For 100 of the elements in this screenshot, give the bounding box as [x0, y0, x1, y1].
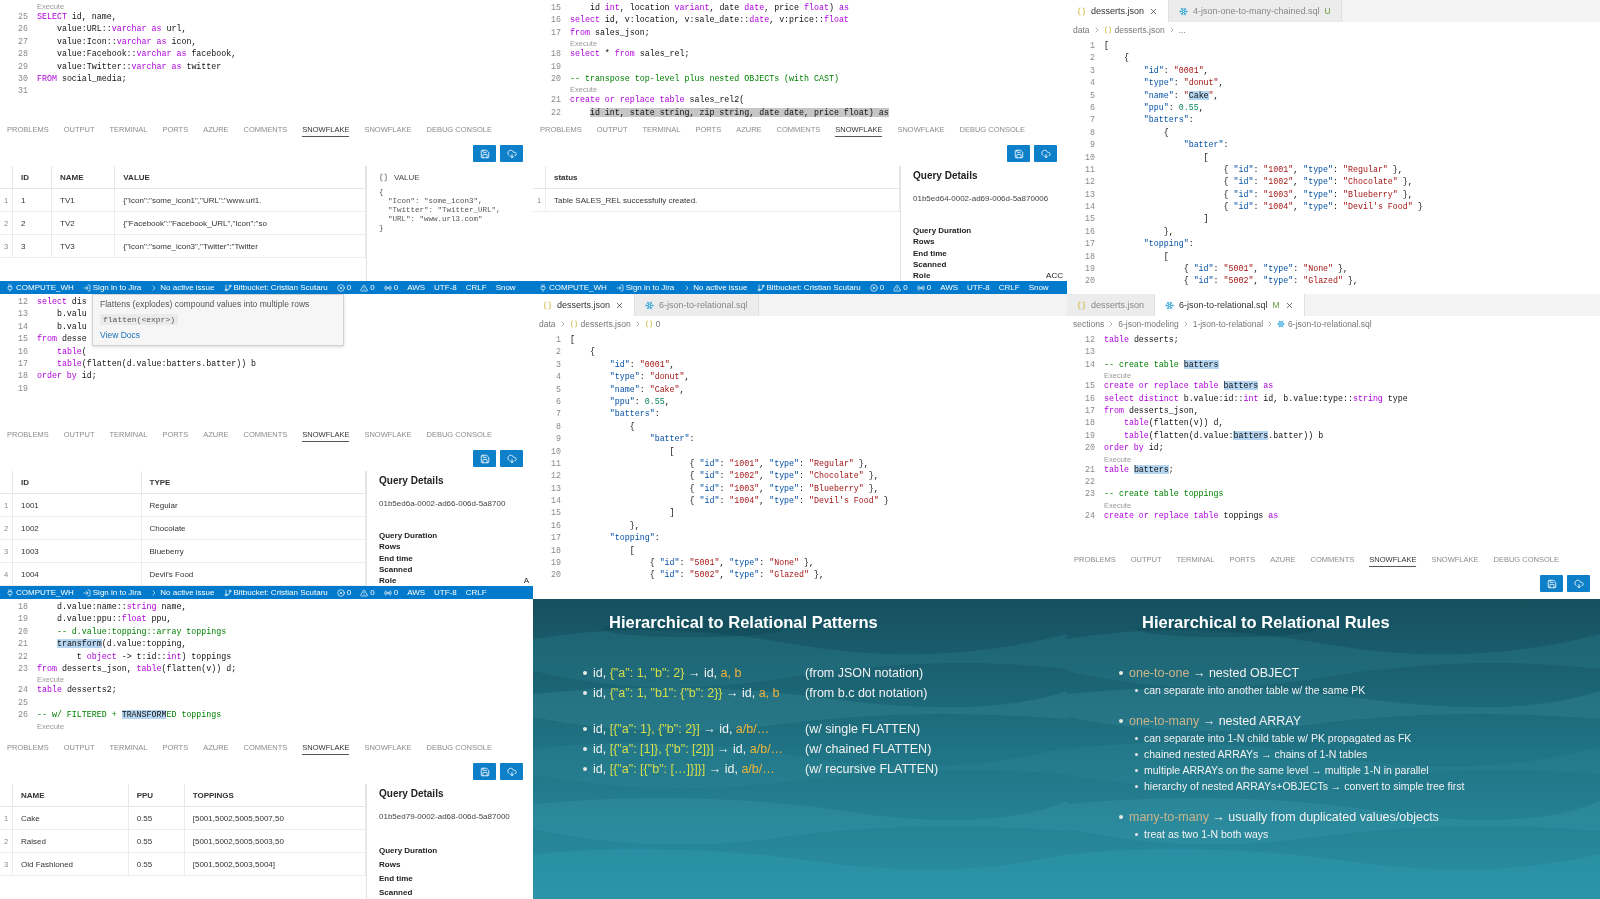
download-button[interactable] [500, 450, 523, 467]
code-line: from desserts_json, [1103, 404, 1199, 417]
breadcrumb-item[interactable]: 0 [644, 319, 661, 329]
save-button[interactable] [473, 145, 496, 162]
download-button[interactable] [1034, 145, 1057, 162]
status-item[interactable]: 0 [383, 588, 399, 597]
cloud-download-icon [506, 453, 517, 464]
status-item[interactable]: AWS [407, 588, 426, 597]
table-cell: Chocolate [141, 516, 366, 540]
snowflake-icon [1179, 6, 1189, 16]
line-number: 5 [555, 383, 561, 396]
line-number: 29 [17, 60, 28, 73]
line-number: 23 [17, 662, 28, 675]
breadcrumb-item[interactable]: sections [1073, 319, 1105, 329]
code-line: table batters; [1103, 463, 1174, 476]
code-line: select dis [36, 296, 87, 308]
status-item[interactable]: Sign in to Jira [615, 283, 675, 292]
column-header[interactable]: TYPE [141, 471, 366, 494]
status-item[interactable]: 0 [336, 283, 352, 292]
breadcrumb-item[interactable]: desserts.json [569, 319, 631, 329]
breadcrumb-item[interactable]: data [539, 319, 556, 329]
breadcrumb-item[interactable]: 1-json-to-relational [1192, 319, 1264, 329]
status-item[interactable]: No active issue [683, 283, 748, 292]
line-number: 10 [1084, 151, 1095, 164]
status-item[interactable]: AWS [940, 283, 959, 292]
status-item[interactable]: 0 [360, 588, 375, 597]
status-item[interactable]: 0 [869, 283, 885, 292]
status-item[interactable]: CRLF [465, 283, 487, 292]
column-header[interactable]: ID [12, 166, 52, 189]
status-item[interactable]: 0 [916, 283, 932, 292]
status-item[interactable]: AWS [407, 283, 426, 292]
save-button[interactable] [1007, 145, 1030, 162]
status-item[interactable]: Bitbucket: Cristian Scutaru [223, 283, 328, 292]
breadcrumb-item[interactable]: ... [1178, 25, 1186, 35]
status-item[interactable]: CRLF [465, 588, 487, 597]
query-id: 01b5ed6a-0002-ad66-006d-5a8700 [379, 499, 507, 510]
column-header[interactable]: NAME [12, 784, 129, 807]
file-tab[interactable]: 4-json-one-to-many-chained.sql U [1169, 0, 1342, 22]
save-button[interactable] [473, 450, 496, 467]
status-item[interactable]: 0 [893, 283, 908, 292]
status-item[interactable]: UTF-8 [967, 283, 990, 292]
column-header[interactable]: ID [12, 471, 142, 494]
status-item[interactable]: UTF-8 [434, 588, 457, 597]
code-line: id int, location variant, date date, price float) as [588, 2, 849, 14]
status-item[interactable]: Bitbucket: Cristian Scutaru [756, 283, 861, 292]
status-item[interactable]: 0 [336, 588, 352, 597]
status-item[interactable]: No active issue [150, 283, 215, 292]
field-label: Role [913, 270, 931, 280]
status-item[interactable]: Snow [1028, 283, 1049, 292]
bullet-text: many-to-many → usually from duplicated values/objects [1129, 810, 1439, 824]
column-header[interactable]: NAME [51, 166, 115, 189]
file-tab[interactable]: desserts.json [1067, 0, 1170, 22]
status-item[interactable]: 0 [383, 283, 399, 292]
status-item[interactable]: Sign in to Jira [82, 283, 142, 292]
download-button[interactable] [500, 145, 523, 162]
file-tab[interactable]: 6-json-to-relational.sql M [1155, 294, 1305, 316]
bullet-icon [583, 727, 587, 731]
file-tab[interactable]: 6-json-to-relational.sql [635, 294, 759, 316]
download-button[interactable] [1567, 575, 1590, 592]
line-number: 16 [17, 345, 28, 358]
table-cell: Raised [12, 829, 129, 853]
status-item[interactable]: UTF-8 [434, 283, 457, 292]
code-line: "batter": [648, 433, 695, 446]
download-button[interactable] [500, 763, 523, 780]
cloud-download-icon [1040, 148, 1051, 159]
column-header[interactable]: PPU [128, 784, 185, 807]
close-icon[interactable] [615, 300, 625, 310]
column-header[interactable]: TOPPINGS [184, 784, 366, 807]
breadcrumb-item[interactable]: data [1073, 25, 1090, 35]
column-header[interactable]: status [545, 166, 900, 189]
line-number: 7 [1089, 114, 1095, 127]
field-label: Role [379, 575, 397, 585]
status-item[interactable]: COMPUTE_WH [6, 588, 74, 597]
status-item[interactable]: No active issue [150, 588, 215, 597]
breadcrumb-item[interactable]: 6-json-modeling [1118, 319, 1179, 329]
line-number: 19 [550, 60, 561, 73]
code-line: { "id": "1003", "type": "Blueberry" }, [688, 482, 879, 495]
line-number: 18 [1084, 250, 1095, 263]
column-header[interactable]: VALUE [114, 166, 366, 189]
status-item[interactable]: COMPUTE_WH [6, 283, 74, 292]
status-item[interactable]: 0 [360, 283, 375, 292]
line-number: 13 [17, 308, 28, 321]
snowflake-icon [645, 300, 655, 310]
bullet-note: (w/ chained FLATTEN) [805, 742, 933, 756]
close-icon[interactable] [1284, 300, 1294, 310]
file-tab[interactable]: desserts.json [1067, 294, 1156, 316]
close-icon[interactable] [1149, 6, 1159, 16]
breadcrumb-item[interactable]: 6-json-to-relational.sql [1277, 319, 1372, 329]
view-docs-link[interactable]: View Docs [100, 330, 140, 340]
error-icon [869, 283, 878, 292]
status-item[interactable]: COMPUTE_WH [539, 283, 607, 292]
save-button[interactable] [1540, 575, 1563, 592]
status-item[interactable]: Snow [495, 283, 516, 292]
status-item[interactable]: Bitbucket: Cristian Scutaru [223, 588, 328, 597]
file-tab[interactable]: desserts.json [533, 294, 636, 316]
status-item[interactable]: Sign in to Jira [82, 588, 142, 597]
breadcrumb-item[interactable]: desserts.json [1103, 25, 1165, 35]
save-button[interactable] [473, 763, 496, 780]
status-item[interactable]: CRLF [998, 283, 1020, 292]
code-line: [ [1162, 250, 1169, 263]
